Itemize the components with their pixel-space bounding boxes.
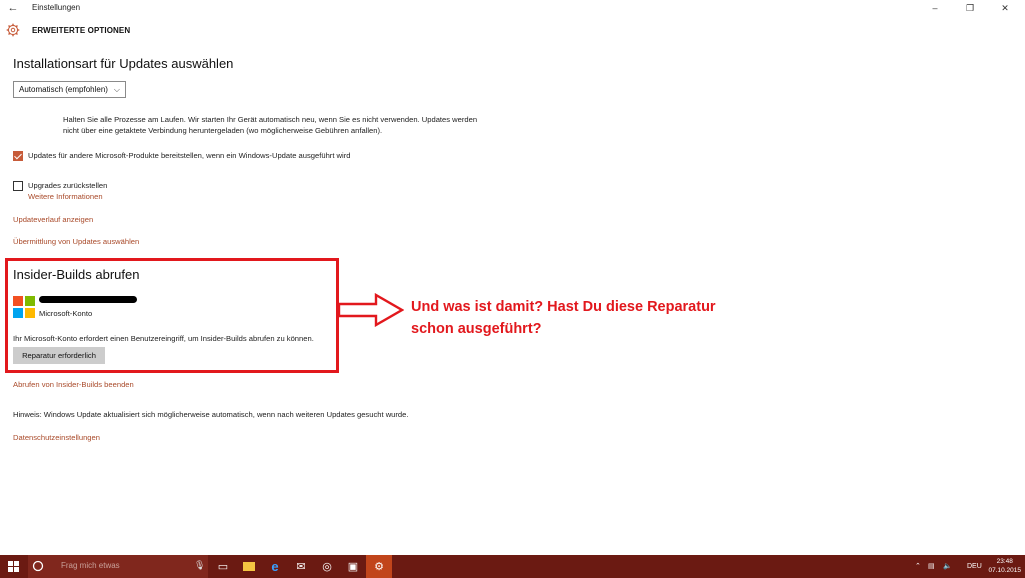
account-label: Microsoft-Konto [39, 309, 93, 318]
clock[interactable]: 23:48 07.10.2015 [988, 557, 1021, 575]
privacy-settings-link[interactable]: Datenschutzeinstellungen [13, 433, 100, 442]
file-explorer-icon[interactable] [236, 555, 262, 578]
page-header-title: ERWEITERTE OPTIONEN [32, 26, 131, 35]
install-description-line1: Halten Sie alle Prozesse am Laufen. Wir … [63, 115, 478, 124]
more-info-link[interactable]: Weitere Informationen [28, 192, 103, 201]
ms-products-checkbox[interactable] [13, 151, 23, 161]
dropdown-value: Automatisch (empfohlen) [19, 85, 108, 94]
stop-insider-link[interactable]: Abrufen von Insider-Builds beenden [13, 380, 134, 389]
task-view-icon[interactable]: ▭ [210, 555, 236, 578]
taskbar: Frag mich etwas 🎙 ▭ e ✉ ◎ ▣ ⚙ ⌃ ▤ 🔈 DEU … [0, 555, 1025, 578]
microsoft-logo-icon [13, 296, 35, 318]
windows-start-icon[interactable] [0, 555, 28, 578]
network-icon[interactable]: ▤ [928, 555, 935, 578]
edge-browser-icon[interactable]: e [262, 555, 288, 578]
update-history-link[interactable]: Updateverlauf anzeigen [13, 215, 93, 224]
title-bar: ← Einstellungen – ❐ ✕ [0, 0, 1025, 17]
cortana-circle-icon [32, 560, 44, 572]
delivery-options-link[interactable]: Übermittlung von Updates auswählen [13, 237, 139, 246]
repair-button[interactable]: Reparatur erforderlich [13, 347, 105, 364]
back-arrow-icon[interactable]: ← [6, 1, 20, 15]
restore-button[interactable]: ❐ [955, 1, 985, 15]
annotation-text: Und was ist damit? Hast Du diese Reparat… [411, 296, 831, 340]
annotation-line1: Und was ist damit? Hast Du diese Reparat… [411, 299, 716, 315]
ms-products-label: Updates für andere Microsoft-Produkte be… [28, 151, 351, 160]
arrow-right-icon [338, 293, 404, 327]
settings-taskbar-icon[interactable]: ⚙ [366, 555, 392, 578]
redacted-account-name [39, 296, 137, 303]
volume-icon[interactable]: 🔈 [943, 555, 952, 578]
insider-heading: Insider-Builds abrufen [13, 267, 140, 282]
search-placeholder: Frag mich etwas [61, 561, 120, 570]
show-hidden-icons-icon[interactable]: ⌃ [915, 555, 921, 578]
defer-upgrades-checkbox[interactable] [13, 181, 23, 191]
groove-music-icon[interactable]: ◎ [314, 555, 340, 578]
chevron-down-icon: ⌵ [113, 85, 120, 94]
window-title: Einstellungen [32, 3, 81, 12]
hint-text: Hinweis: Windows Update aktualisiert sic… [13, 410, 409, 419]
minimize-button[interactable]: – [920, 1, 950, 15]
microphone-icon[interactable]: 🎙 [194, 560, 205, 571]
annotation-line2: schon ausgeführt? [411, 321, 542, 337]
close-button[interactable]: ✕ [990, 1, 1020, 15]
install-description-line2: nicht über eine getaktete Verbindung her… [63, 126, 383, 135]
clock-date: 07.10.2015 [988, 567, 1021, 574]
gear-icon [6, 23, 20, 37]
defer-upgrades-label: Upgrades zurückstellen [28, 181, 108, 190]
install-type-heading: Installationsart für Updates auswählen [13, 56, 234, 71]
store-icon[interactable]: ▣ [340, 555, 366, 578]
install-type-dropdown[interactable]: Automatisch (empfohlen) ⌵ [13, 81, 126, 98]
input-language-indicator[interactable]: DEU [967, 555, 982, 578]
insider-message: Ihr Microsoft-Konto erfordert einen Benu… [13, 334, 314, 343]
clock-time: 23:48 [996, 558, 1013, 565]
search-box[interactable]: Frag mich etwas 🎙 [28, 555, 208, 578]
mail-icon[interactable]: ✉ [288, 555, 314, 578]
